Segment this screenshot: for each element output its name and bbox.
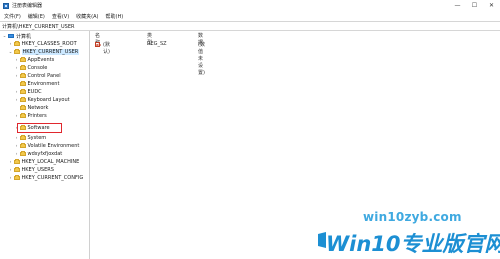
menu-file[interactable]: 文件(F) <box>1 13 24 20</box>
tree-item-label: Printers <box>27 113 47 119</box>
close-button[interactable]: ✕ <box>483 0 500 11</box>
menu-bar: 文件(F) 编辑(E) 查看(V) 收藏夹(A) 帮助(H) <box>0 11 500 21</box>
expand-icon[interactable]: › <box>8 176 13 181</box>
address-path[interactable]: 计算机\HKEY_CURRENT_USER <box>2 23 74 30</box>
tree-item-label: HKEY_CURRENT_USER <box>21 49 80 55</box>
expand-icon[interactable]: › <box>8 168 13 173</box>
expand-icon[interactable]: › <box>14 74 19 79</box>
address-bar[interactable]: 计算机\HKEY_CURRENT_USER <box>0 21 500 31</box>
computer-icon <box>8 33 14 39</box>
tree-item-hkey-current-user[interactable]: ⌄ HKEY_CURRENT_USER <box>8 48 80 56</box>
tree-item-printers[interactable]: › Printers <box>14 112 47 120</box>
expand-icon[interactable]: › <box>14 136 19 141</box>
tree-item-label: Volatile Environment <box>27 143 80 149</box>
window-title: 注册表编辑器 <box>12 3 43 9</box>
tree-root[interactable]: ⌄ 计算机 <box>2 32 31 40</box>
tree-root-label: 计算机 <box>16 33 32 40</box>
menu-favorites[interactable]: 收藏夹(A) <box>73 13 101 20</box>
minimize-button[interactable]: — <box>449 0 466 11</box>
tree-item-label: HKEY_LOCAL_MACHINE <box>21 159 80 165</box>
tree-item-label: wdsyfxfjoxdat <box>27 151 63 157</box>
folder-icon <box>20 89 26 95</box>
title-bar: 注册表编辑器 — ☐ ✕ <box>0 0 500 11</box>
expand-icon[interactable] <box>14 106 19 111</box>
expand-icon[interactable]: › <box>14 114 19 119</box>
folder-icon <box>20 81 26 87</box>
window-controls: — ☐ ✕ <box>449 0 500 11</box>
folder-icon <box>20 143 26 149</box>
collapse-icon[interactable]: ⌄ <box>8 50 13 55</box>
tree-item-label: System <box>27 135 47 141</box>
tree-item-keyboard-layout[interactable]: › Keyboard Layout <box>14 96 70 104</box>
tree-item-console[interactable]: › Console <box>14 64 48 72</box>
tree-item-hkey-local-machine[interactable]: › HKEY_LOCAL_MACHINE <box>8 158 80 166</box>
expand-icon[interactable]: › <box>8 160 13 165</box>
value-name: (默认) <box>103 42 110 55</box>
expand-icon[interactable]: › <box>14 98 19 103</box>
folder-icon <box>20 97 26 103</box>
value-list: 名称 类型 数据 ab (默认) REG_SZ (数值未设置) <box>91 31 500 259</box>
string-value-icon: ab <box>95 41 101 47</box>
tree-item-label: Environment <box>27 81 60 87</box>
menu-view[interactable]: 查看(V) <box>49 13 72 20</box>
value-type: REG_SZ <box>147 41 167 47</box>
tree-item-label: HKEY_CLASSES_ROOT <box>21 41 77 47</box>
tree-item-label: Console <box>27 65 48 71</box>
tree-item-label: EUDC <box>27 89 42 95</box>
tree-item-hkey-users[interactable]: › HKEY_USERS <box>8 166 54 174</box>
tree-item-volatile-environment[interactable]: › Volatile Environment <box>14 142 80 150</box>
tree-item-label: HKEY_CURRENT_CONFIG <box>21 175 84 181</box>
collapse-icon[interactable]: ⌄ <box>2 34 7 39</box>
maximize-button[interactable]: ☐ <box>466 0 483 11</box>
folder-icon <box>14 175 20 181</box>
tree-item-wdsyfxfjoxdat[interactable]: › wdsyfxfjoxdat <box>14 150 63 158</box>
tree-item-network[interactable]: Network <box>14 104 48 112</box>
regedit-app-icon <box>3 2 9 9</box>
tree-item-system[interactable]: › System <box>14 134 47 142</box>
folder-icon <box>20 65 26 71</box>
tree-item-label: AppEvents <box>27 57 55 63</box>
watermark-url: win10zyb.com <box>363 210 462 224</box>
tree-item-label: Keyboard Layout <box>27 97 70 103</box>
folder-icon <box>20 135 26 141</box>
expand-icon[interactable] <box>14 82 19 87</box>
menu-edit[interactable]: 编辑(E) <box>25 13 48 20</box>
tree-item-control-panel[interactable]: › Control Panel <box>14 72 61 80</box>
expand-icon[interactable]: › <box>14 66 19 71</box>
value-data: (数值未设置) <box>198 42 205 76</box>
registry-tree: ⌄ 计算机 › HKEY_CLASSES_ROOT ⌄ HKEY_CURRENT… <box>0 31 90 259</box>
folder-icon <box>20 151 26 157</box>
tree-item-label: HKEY_USERS <box>21 167 54 173</box>
expand-icon[interactable]: › <box>14 90 19 95</box>
software-highlight-box <box>17 123 62 133</box>
tree-item-environment[interactable]: Environment <box>14 80 59 88</box>
windows-logo-icon <box>318 232 326 248</box>
tree-item-label: Control Panel <box>27 73 61 79</box>
folder-icon <box>14 159 20 165</box>
watermark-brand: Win10专业版官网 <box>326 232 500 256</box>
tree-item-appevents[interactable]: › AppEvents <box>14 56 55 64</box>
menu-help[interactable]: 帮助(H) <box>103 13 127 20</box>
tree-item-label: Network <box>27 105 49 111</box>
tree-item-hkey-classes-root[interactable]: › HKEY_CLASSES_ROOT <box>8 40 77 48</box>
folder-icon <box>20 105 26 111</box>
folder-open-icon <box>14 49 20 55</box>
tree-item-eudc[interactable]: › EUDC <box>14 88 42 96</box>
folder-icon <box>20 113 26 119</box>
expand-icon[interactable]: › <box>8 42 13 47</box>
expand-icon[interactable]: › <box>14 58 19 63</box>
tree-item-hkey-current-config[interactable]: › HKEY_CURRENT_CONFIG <box>8 174 84 182</box>
folder-icon <box>14 41 20 47</box>
expand-icon[interactable]: › <box>14 144 19 149</box>
folder-icon <box>20 57 26 63</box>
expand-icon[interactable]: › <box>14 152 19 157</box>
folder-icon <box>20 73 26 79</box>
folder-icon <box>14 167 20 173</box>
